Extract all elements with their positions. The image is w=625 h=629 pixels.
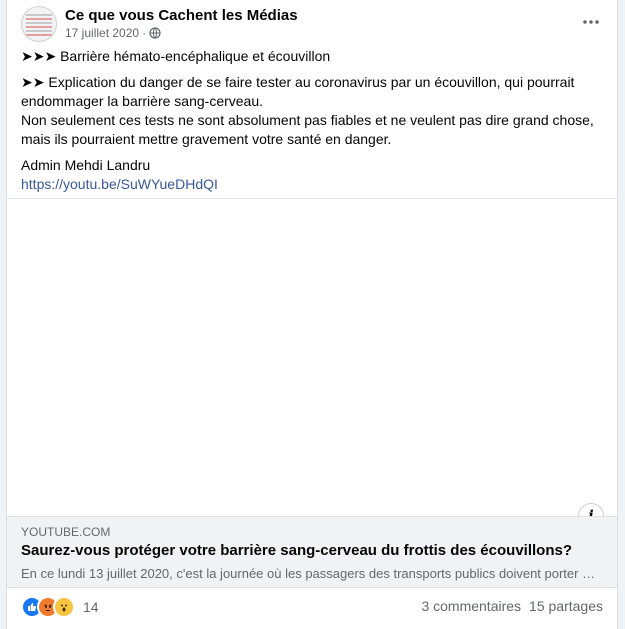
post-line-2: ➤➤ Explication du danger de se faire tes…	[21, 74, 575, 109]
preview-description: En ce lundi 13 juillet 2020, c'est la jo…	[21, 566, 601, 581]
video-embed[interactable]	[7, 198, 617, 517]
more-icon[interactable]	[579, 10, 603, 34]
post-text: ➤➤➤ Barrière hémato-encéphalique et écou…	[21, 47, 606, 194]
post-card: Ce que vous Cachent les Médias 17 juille…	[6, 0, 618, 629]
post-footer: 14 3 commentaires 15 partages	[21, 594, 603, 618]
post-line-4: Admin Mehdi Landru	[21, 157, 151, 173]
post-line-1: ➤➤➤ Barrière hémato-encéphalique et écou…	[21, 48, 331, 64]
preview-domain: YOUTUBE.COM	[21, 525, 111, 539]
page-name-link[interactable]: Ce que vous Cachent les Médias	[65, 7, 298, 24]
page-avatar[interactable]	[21, 6, 57, 42]
meta-separator: ·	[142, 26, 147, 40]
post-date[interactable]: 17 juillet 2020	[65, 26, 139, 40]
post-header: Ce que vous Cachent les Médias 17 juille…	[21, 6, 603, 46]
wow-reaction-icon	[53, 596, 75, 618]
comments-count[interactable]: 3 commentaires	[421, 598, 521, 614]
globe-icon	[149, 27, 161, 39]
reactions[interactable]: 14	[21, 596, 99, 618]
post-meta: 17 juillet 2020 ·	[65, 26, 161, 40]
post-stats: 3 commentaires 15 partages	[421, 598, 603, 614]
post-line-3: Non seulement ces tests ne sont absolume…	[21, 112, 594, 147]
youtube-link[interactable]: https://youtu.be/SuWYueDHdQI	[21, 176, 218, 192]
link-preview[interactable]: YOUTUBE.COM Saurez-vous protéger votre b…	[7, 516, 617, 588]
preview-title[interactable]: Saurez-vous protéger votre barrière sang…	[21, 542, 572, 559]
reaction-count[interactable]: 14	[83, 599, 99, 615]
shares-count[interactable]: 15 partages	[529, 598, 603, 614]
